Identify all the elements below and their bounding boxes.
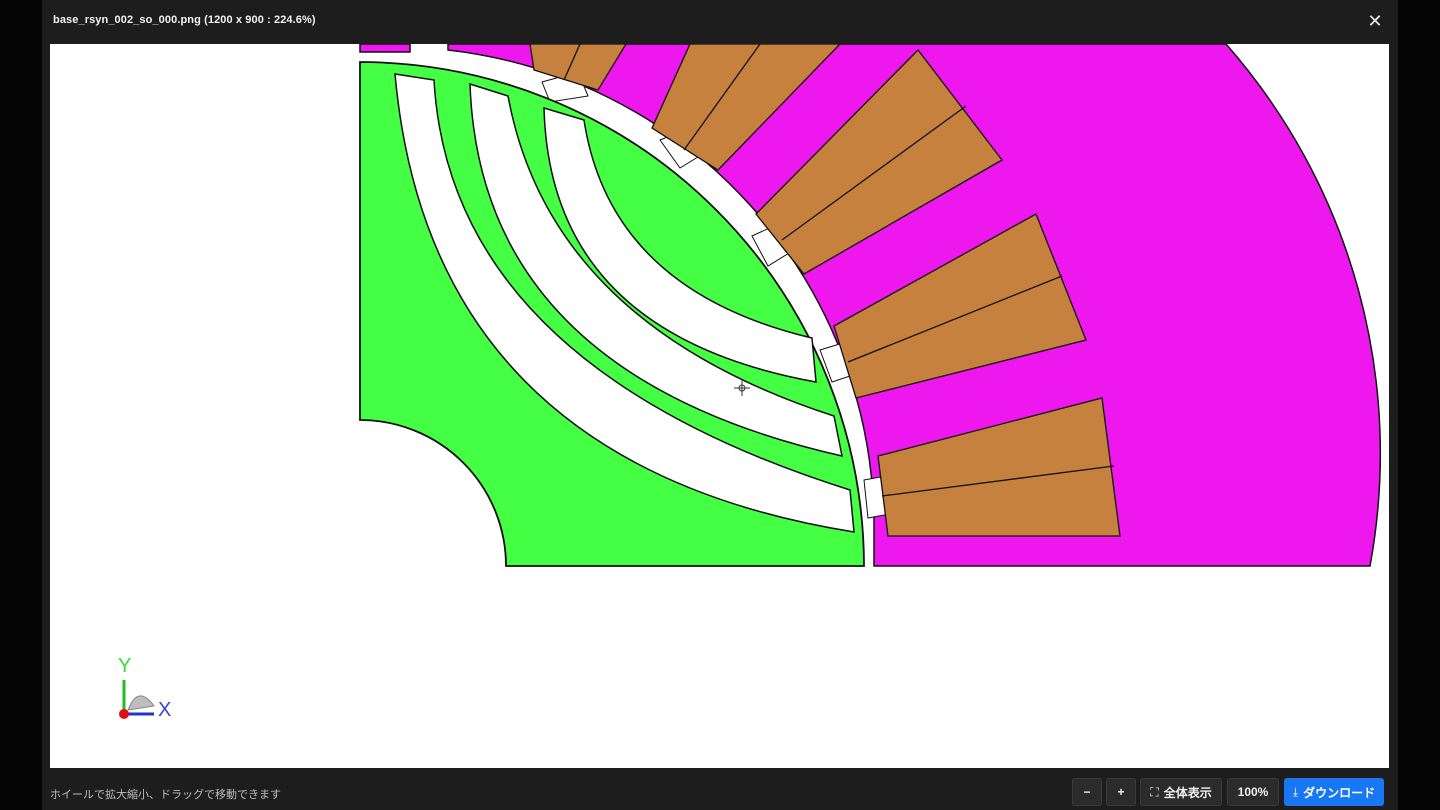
actual-size-label: 100% — [1237, 785, 1269, 799]
viewer-toolbar: − + ⛶ 全体表示 100% ⤓ ダウンロード — [1072, 778, 1384, 806]
image-viewer-dialog: base_rsyn_002_so_000.png (1200 x 900 : 2… — [42, 0, 1398, 810]
title-bar: base_rsyn_002_so_000.png (1200 x 900 : 2… — [42, 0, 1398, 44]
download-label: ダウンロード — [1303, 785, 1376, 800]
image-canvas[interactable]: Y X — [50, 44, 1389, 768]
zoom-in-button[interactable]: + — [1106, 778, 1136, 806]
actual-size-button[interactable]: 100% — [1227, 778, 1279, 806]
zoom-out-button[interactable]: − — [1072, 778, 1102, 806]
zoom-out-label: − — [1083, 785, 1091, 799]
fit-icon: ⛶ — [1150, 784, 1159, 799]
close-icon[interactable]: ✕ — [1366, 12, 1384, 30]
backdrop-right — [1398, 0, 1440, 810]
fit-label: 全体表示 — [1163, 785, 1212, 800]
y-axis-label: Y — [118, 655, 131, 677]
x-axis-label: X — [158, 699, 171, 721]
file-title: base_rsyn_002_so_000.png (1200 x 900 : 2… — [53, 14, 316, 26]
axis-triad: Y X — [118, 655, 171, 721]
usage-hint: ホイールで拡大縮小、ドラッグで移動できます — [50, 789, 281, 801]
fit-to-window-button[interactable]: ⛶ 全体表示 — [1140, 778, 1222, 806]
zoom-in-label: + — [1117, 785, 1125, 799]
download-icon: ⤓ — [1292, 784, 1299, 799]
motor-cross-section-image: Y X — [118, 44, 1382, 721]
backdrop-left — [0, 0, 42, 810]
stator-core — [359, 44, 411, 53]
download-button[interactable]: ⤓ ダウンロード — [1284, 778, 1384, 806]
